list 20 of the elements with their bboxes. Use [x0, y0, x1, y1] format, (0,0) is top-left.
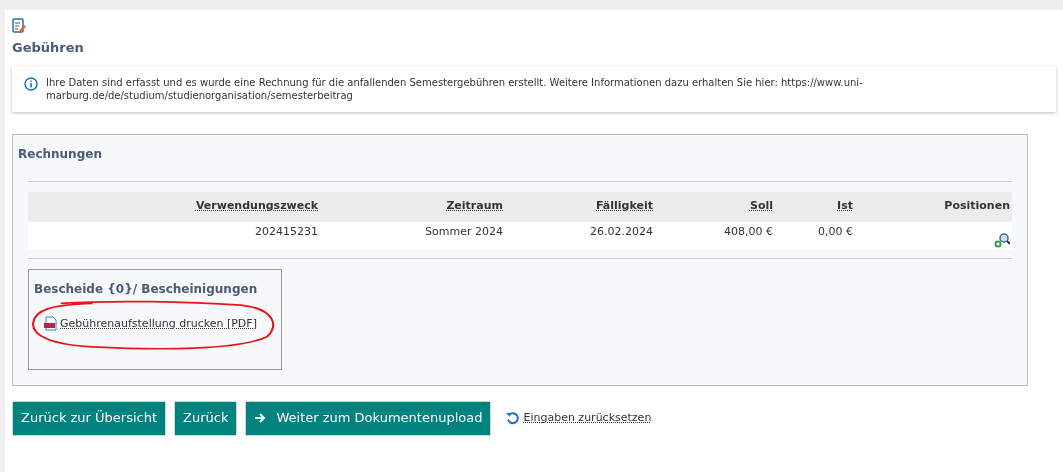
back-button[interactable]: Zurück [175, 401, 237, 435]
forward-button[interactable]: Weiter zum Dokumentenupload [246, 401, 491, 435]
column-header[interactable]: Zeitraum [446, 199, 503, 213]
column-header: Positionen [944, 199, 1010, 213]
column-header[interactable]: Soll [749, 199, 773, 213]
column-header[interactable]: Fälligkeit [596, 199, 653, 213]
column-header[interactable]: Verwendungszweck [195, 199, 318, 213]
info-text: Ihre Daten sind erfasst und es wurde eine Rechnung für die anfallenden Semestergebühren erstellt. Weitere Informationen dazu erhalten Sie hier: https://www.uni-marburg.de/de/studium/studienorganisation/semesterbeitrag [46, 75, 864, 102]
table-cell: 408,00 € [724, 224, 773, 238]
pdf-link[interactable]: Gebührenaufstellung drucken [PDF] [60, 315, 257, 332]
panel-title: Rechnungen [18, 145, 103, 163]
column-header[interactable]: Ist [837, 199, 853, 213]
table-cell: 0,00 € [818, 224, 853, 238]
table-cell: 202415231 [255, 224, 318, 238]
box-title: Bescheide {0}/ Bescheinigungen [34, 280, 259, 298]
reset-link[interactable]: Eingaben zurücksetzen [523, 409, 652, 427]
table-cell: 26.02.2024 [590, 224, 653, 238]
table-cell: Sommer 2024 [425, 224, 503, 238]
back-button[interactable]: Zurück zur Übersicht [13, 401, 166, 435]
page-title: Gebühren [12, 39, 85, 57]
